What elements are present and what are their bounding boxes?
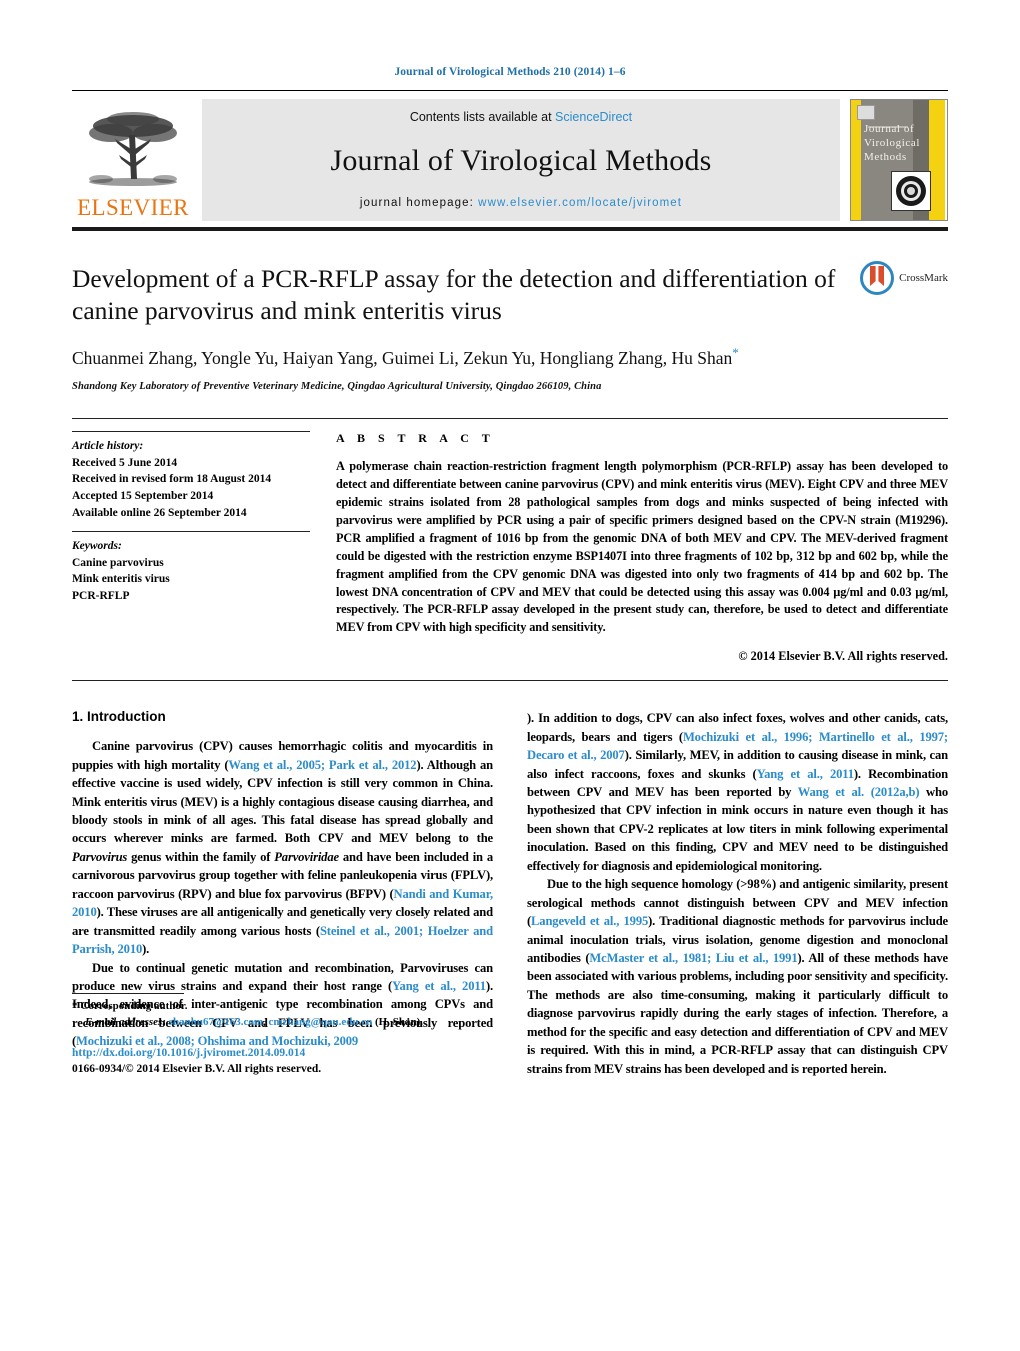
abstract-section: Article history: Received 5 June 2014 Re… — [72, 419, 948, 664]
email-label: E-mail addresses: — [85, 1016, 166, 1029]
crossmark-icon — [860, 261, 895, 295]
intro-paragraph-1: Canine parvovirus (CPV) causes hemorrhag… — [72, 737, 493, 958]
doi-block: http://dx.doi.org/10.1016/j.jviromet.201… — [72, 1045, 493, 1078]
citation-link[interactable]: Yang et al., 2011 — [757, 767, 854, 781]
issn-copyright-line: 0166-0934/© 2014 Elsevier B.V. All right… — [72, 1063, 322, 1076]
elsevier-wordmark: ELSEVIER — [77, 195, 189, 220]
text-run: genus within the family of — [127, 849, 275, 864]
journal-cover-thumbnail: Journal of Virological Methods — [850, 99, 948, 221]
email-link-1[interactable]: shanhu67@163.com — [169, 1016, 263, 1028]
contents-prefix: Contents lists available at — [409, 110, 556, 124]
keyword-item: PCR-RFLP — [72, 589, 130, 602]
text-run: ). All of these methods have been associ… — [527, 950, 948, 1076]
family-name: Parvoviridae — [274, 849, 339, 864]
abstract-bottom-rule — [72, 680, 948, 682]
genus-name: Parvovirus — [72, 849, 128, 864]
abstract-column: A B S T R A C T A polymerase chain react… — [336, 431, 948, 664]
intro-paragraph-2-continued: ). In addition to dogs, CPV can also inf… — [527, 709, 948, 875]
author-list: Chuanmei Zhang, Yongle Yu, Haiyan Yang, … — [72, 344, 832, 370]
footnote-star: * — [72, 1000, 78, 1013]
homepage-prefix: journal homepage: — [359, 197, 479, 209]
footnote-block: * Corresponding author. E-mail addresses:… — [72, 993, 493, 1078]
article-history-label: Article history: — [72, 440, 144, 453]
citation-link[interactable]: Yang et al., 2011 — [392, 979, 486, 993]
history-item: Received in revised form 18 August 2014 — [72, 473, 272, 486]
history-item: Accepted 15 September 2014 — [72, 489, 214, 502]
crossmark-badge[interactable]: CrossMark — [860, 261, 948, 295]
abstract-text: A polymerase chain reaction-restriction … — [336, 459, 948, 635]
email-link-2[interactable]: cmzhang@qau.edu.cn — [269, 1016, 373, 1028]
journal-title: Journal of Virological Methods — [330, 143, 712, 177]
right-column: ). In addition to dogs, CPV can also inf… — [527, 709, 948, 1078]
abstract-heading: A B S T R A C T — [336, 431, 495, 446]
sciencedirect-link[interactable]: ScienceDirect — [555, 110, 632, 124]
masthead-top-rule — [72, 90, 948, 91]
keyword-item: Mink enteritis virus — [72, 573, 170, 586]
corresponding-author-label: Corresponding author. — [80, 1000, 188, 1013]
article-history: Article history: Received 5 June 2014 Re… — [72, 432, 310, 531]
elsevier-tree-icon — [89, 112, 177, 186]
intro-paragraph-3: Due to the high sequence homology (>98%)… — [527, 875, 948, 1078]
cover-corner-tag — [857, 105, 875, 120]
journal-banner: Contents lists available at ScienceDirec… — [202, 99, 840, 221]
footnote-rule — [72, 993, 184, 995]
keywords: Keywords: Canine parvovirus Mink enterit… — [72, 532, 310, 604]
contents-list-line: Contents lists available at ScienceDirec… — [410, 110, 632, 124]
keyword-item: Canine parvovirus — [72, 556, 164, 569]
history-item: Received 5 June 2014 — [72, 456, 178, 469]
citation-link[interactable]: Wang et al. (2012a,b) — [798, 785, 920, 799]
text-run: ). — [142, 942, 150, 957]
email-suffix: (H. Shan). — [372, 1016, 424, 1029]
virus-particle-icon — [896, 176, 926, 206]
author-names: Chuanmei Zhang, Yongle Yu, Haiyan Yang, … — [72, 348, 733, 369]
page-title: Development of a PCR-RFLP assay for the … — [72, 264, 836, 326]
citation-link[interactable]: Langeveld et al., 1995 — [531, 914, 648, 928]
cover-journal-title: Journal of Virological Methods — [864, 123, 921, 164]
abstract-copyright: © 2014 Elsevier B.V. All rights reserved… — [738, 649, 948, 664]
doi-link[interactable]: http://dx.doi.org/10.1016/j.jviromet.201… — [72, 1045, 493, 1062]
citation-link[interactable]: McMaster et al., 1981; Liu et al., 1991 — [589, 951, 797, 965]
homepage-url-link[interactable]: www.elsevier.com/locate/jviromet — [478, 197, 682, 209]
email-line: E-mail addresses: shanhu67@163.com, cmzh… — [72, 1015, 493, 1031]
left-column: 1. Introduction Canine parvovirus (CPV) … — [72, 709, 493, 1078]
journal-homepage-line: journal homepage: www.elsevier.com/locat… — [360, 197, 682, 209]
citation-link[interactable]: Wang et al., 2005; Park et al., 2012 — [228, 758, 416, 772]
keywords-label: Keywords: — [72, 540, 122, 553]
journal-masthead: ELSEVIER Contents lists available at Sci… — [72, 99, 948, 221]
affiliation: Shandong Key Laboratory of Preventive Ve… — [72, 381, 602, 393]
history-item: Available online 26 September 2014 — [72, 506, 247, 519]
corresponding-author-marker: * — [732, 345, 739, 361]
section-heading-introduction: 1. Introduction — [72, 709, 166, 725]
crossmark-label: CrossMark — [899, 272, 948, 284]
running-head: Journal of Virological Methods 210 (2014… — [394, 66, 626, 78]
cover-virus-image — [891, 171, 931, 211]
article-info-column: Article history: Received 5 June 2014 Re… — [72, 431, 310, 664]
body-columns: 1. Introduction Canine parvovirus (CPV) … — [72, 709, 948, 1078]
corresponding-author-note: * Corresponding author. — [72, 999, 493, 1015]
article-page: Journal of Virological Methods 210 (2014… — [0, 0, 1020, 1351]
elsevier-logo: ELSEVIER — [72, 99, 194, 221]
masthead-bottom-rule — [72, 227, 948, 231]
title-block: CrossMark Development of a PCR-RFLP assa… — [72, 261, 948, 393]
